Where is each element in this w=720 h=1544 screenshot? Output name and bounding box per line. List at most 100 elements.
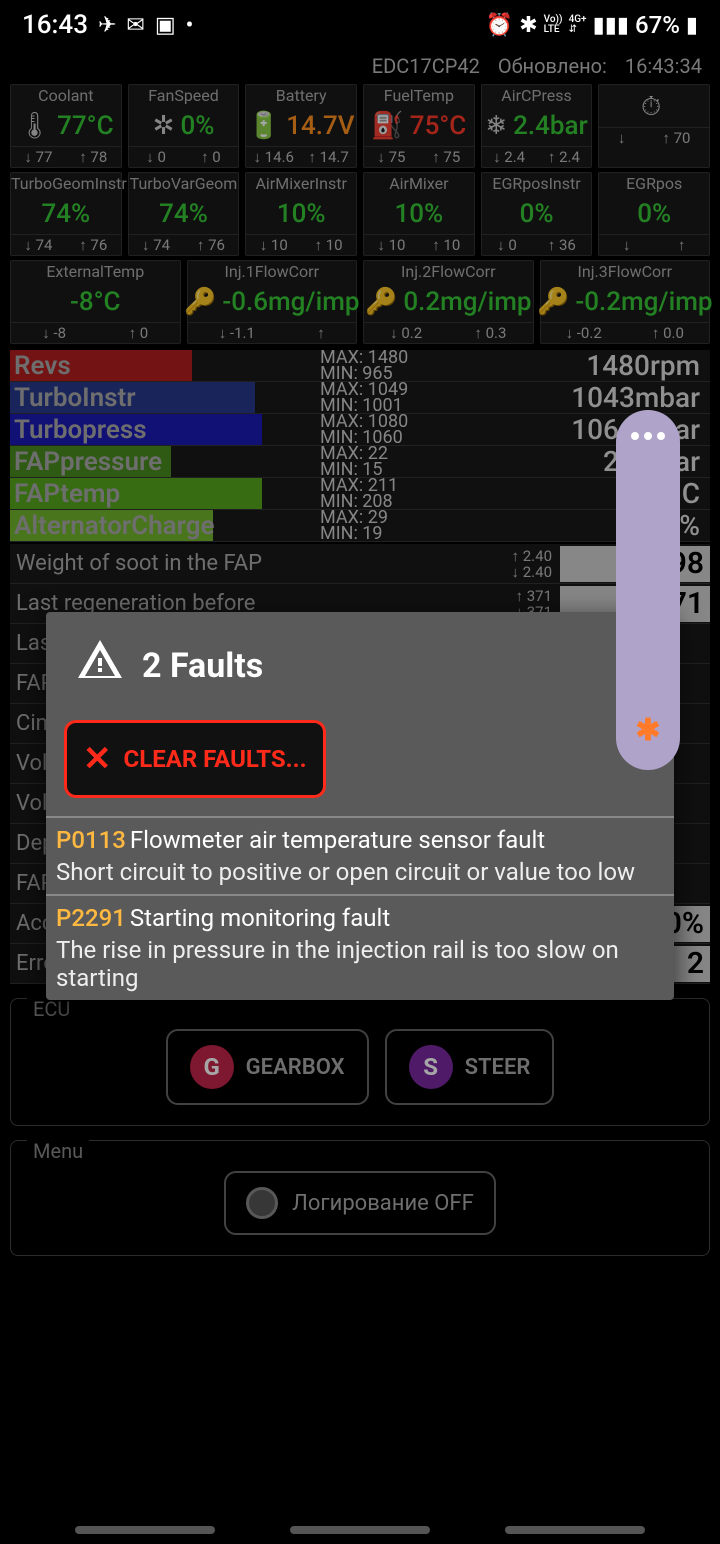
gauge-tile[interactable]: TurboVarGeom74%↓ 74↑ 76 xyxy=(128,172,240,256)
bar-label: TurboInstr xyxy=(10,383,136,413)
gauge-tile[interactable]: AirMixer10%↓ 10↑ 10 xyxy=(363,172,475,256)
warning-icon xyxy=(76,636,124,696)
gauge-tile[interactable]: Inj.1FlowCorr🔑-0.6mg/imp↓ -1.1↑ xyxy=(187,260,358,344)
toggle-off-icon xyxy=(246,1187,278,1219)
logging-toggle[interactable]: Логирование OFF xyxy=(224,1171,495,1235)
tile-max: ↑ 14.7 xyxy=(308,148,348,166)
android-status-bar: 16:43 ✈ ✉ ▣ • ⏰ ✱ Vo))LTE 4G+⇵ ▮▮▮ 67% ▮ xyxy=(0,0,720,50)
bar-gauge-row[interactable]: FAPpressureMAX: 22MIN: 1522mbar xyxy=(10,446,710,478)
floating-pill[interactable]: ✱ xyxy=(616,410,680,770)
gauge-tile[interactable]: EGRposInstr0%↓ 0↑ 36 xyxy=(481,172,593,256)
telegram-icon: ✈ xyxy=(98,13,116,38)
tile-max: ↑ 70 xyxy=(662,129,690,147)
gauge-tile[interactable]: AirCPress❄2.4bar↓ 2.4↑ 2.4 xyxy=(481,84,593,168)
updated-label: Обновлено: xyxy=(498,54,607,78)
nav-back[interactable] xyxy=(505,1526,645,1534)
bar-label: Revs xyxy=(10,351,71,381)
updated-time: 16:43:34 xyxy=(625,54,702,78)
bar-label: FAPpressure xyxy=(10,447,162,477)
tile-max: ↑ 78 xyxy=(79,148,107,166)
gauge-tile[interactable]: FanSpeed✲0%↓ 0↑ 0 xyxy=(128,84,240,168)
tile-min: ↓ 14.6 xyxy=(254,148,294,166)
volte-icon: Vo))LTE xyxy=(544,15,563,35)
tile-label: TurboGeomInstr xyxy=(11,173,121,194)
dot-icon: • xyxy=(186,13,194,38)
bluetooth-pill-icon[interactable]: ✱ xyxy=(635,713,660,748)
tile-min: ↓ 2.4 xyxy=(493,148,525,166)
gauge-tile[interactable]: Coolant 🌡77°C ↓ 77 ↑ 78 xyxy=(10,84,122,168)
battery-icon: ▮ xyxy=(686,13,698,38)
tile-label: Inj.2FlowCorr xyxy=(364,261,533,282)
fault-name: Flowmeter air temperature sensor fault xyxy=(130,826,545,854)
bar-gauge-row[interactable]: AlternatorChargeMAX: 29MIN: 1929% xyxy=(10,510,710,542)
bar-gauge-row[interactable]: FAPtempMAX: 211MIN: 208211°C xyxy=(10,478,710,510)
gauge-tile[interactable]: Inj.2FlowCorr🔑0.2mg/imp↓ 0.2↑ 0.3 xyxy=(363,260,534,344)
tile-max: ↑ 0 xyxy=(201,148,221,166)
tile-value: 0% xyxy=(520,199,554,229)
fault-item[interactable]: P0113 Flowmeter air temperature sensor f… xyxy=(46,816,674,894)
image-icon: ▣ xyxy=(155,13,176,38)
faults-list: P0113 Flowmeter air temperature sensor f… xyxy=(46,816,674,1000)
tile-value: 74% xyxy=(159,199,208,229)
more-icon[interactable] xyxy=(631,432,665,440)
gauge-tile[interactable]: ExternalTemp-8°C↓ -8↑ 0 xyxy=(10,260,181,344)
bar-minmax: MAX: 1049MIN: 1001 xyxy=(320,382,408,414)
tile-icon: ❄ xyxy=(485,111,507,141)
gauge-tile[interactable]: Battery🔋14.7V↓ 14.6↑ 14.7 xyxy=(245,84,357,168)
gearbox-button[interactable]: G GEARBOX xyxy=(166,1029,369,1105)
bar-minmax: MAX: 1480MIN: 965 xyxy=(320,350,408,382)
data-row-minmax: ↑ 2.40↓ 2.40 xyxy=(480,548,560,580)
tile-value: 0.2mg/imp xyxy=(403,287,531,317)
bar-gauge-row[interactable]: TurbopressMAX: 1080MIN: 10601064mbar xyxy=(10,414,710,446)
tile-label: EGRposInstr xyxy=(482,173,592,194)
tile-label: FuelTemp xyxy=(364,85,474,106)
tile-value: 75°C xyxy=(410,111,466,141)
tile-icon: 🔑 xyxy=(365,287,397,317)
clear-faults-button[interactable]: ✕ CLEAR FAULTS... xyxy=(64,720,326,798)
tile-min: ↓ 10 xyxy=(377,236,405,254)
tile-value: -0.2mg/imp xyxy=(575,287,712,317)
battery-percent: 67% xyxy=(635,11,680,39)
gauge-tile[interactable]: EGRpos0%↓ ↑ xyxy=(598,172,710,256)
data-row[interactable]: Weight of soot in the FAP↑ 2.40↓ 2.402.3… xyxy=(10,544,710,584)
tile-label: Battery xyxy=(246,85,356,106)
tile-label: EGRpos xyxy=(599,173,709,194)
tile-label: AirCPress xyxy=(482,85,592,106)
tile-value: -8°C xyxy=(70,287,121,317)
tile-label: Coolant xyxy=(11,85,121,106)
tile-value: 77°C xyxy=(57,111,113,141)
tile-min: ↓ 77 xyxy=(24,148,52,166)
steer-button[interactable]: S STEER xyxy=(385,1029,555,1105)
tile-icon: 🔑 xyxy=(184,287,216,317)
bar-minmax: MAX: 211MIN: 208 xyxy=(320,478,398,510)
bar-gauge-row[interactable]: TurboInstrMAX: 1049MIN: 10011043mbar xyxy=(10,382,710,414)
faults-modal-title: 2 Faults xyxy=(142,646,263,686)
steer-icon: S xyxy=(409,1045,453,1089)
gauge-tile[interactable]: AirMixerInstr10%↓ 10↑ 10 xyxy=(245,172,357,256)
gauge-tile[interactable]: FuelTemp⛽75°C↓ 75↑ 75 xyxy=(363,84,475,168)
android-nav-bar[interactable] xyxy=(0,1526,720,1534)
tile-min: ↓ -8 xyxy=(42,324,66,342)
steer-label: STEER xyxy=(465,1055,531,1080)
tile-value: 14.7V xyxy=(286,111,354,141)
tile-min: ↓ 74 xyxy=(142,236,170,254)
tile-icon: 🌡 xyxy=(18,111,51,141)
bar-minmax: MAX: 1080MIN: 1060 xyxy=(320,414,408,446)
gauge-tile[interactable]: Inj.3FlowCorr🔑-0.2mg/imp↓ -0.2↑ 0.0 xyxy=(540,260,711,344)
fault-item[interactable]: P2291 Starting monitoring faultThe rise … xyxy=(46,894,674,1000)
gauge-tile[interactable]: ⏱↓ ↑ 70 xyxy=(598,84,710,168)
gauge-tile[interactable]: TurboGeomInstr74%↓ 74↑ 76 xyxy=(10,172,122,256)
bar-minmax: MAX: 22MIN: 15 xyxy=(320,446,388,478)
tile-icon: ⏱ xyxy=(641,92,661,123)
tile-value: 0% xyxy=(180,111,214,141)
tile-value: 0% xyxy=(637,199,671,229)
bar-gauge-row[interactable]: RevsMAX: 1480MIN: 9651480rpm xyxy=(10,350,710,382)
tile-min: ↓ 0 xyxy=(146,148,166,166)
signal-icon: ▮▮▮ xyxy=(593,13,629,38)
tile-max: ↑ xyxy=(678,236,686,254)
tile-label: TurboVarGeom xyxy=(129,173,239,194)
nav-home[interactable] xyxy=(290,1526,430,1534)
alarm-icon: ⏰ xyxy=(486,13,513,38)
nav-recents[interactable] xyxy=(75,1526,215,1534)
tile-max: ↑ 10 xyxy=(315,236,343,254)
